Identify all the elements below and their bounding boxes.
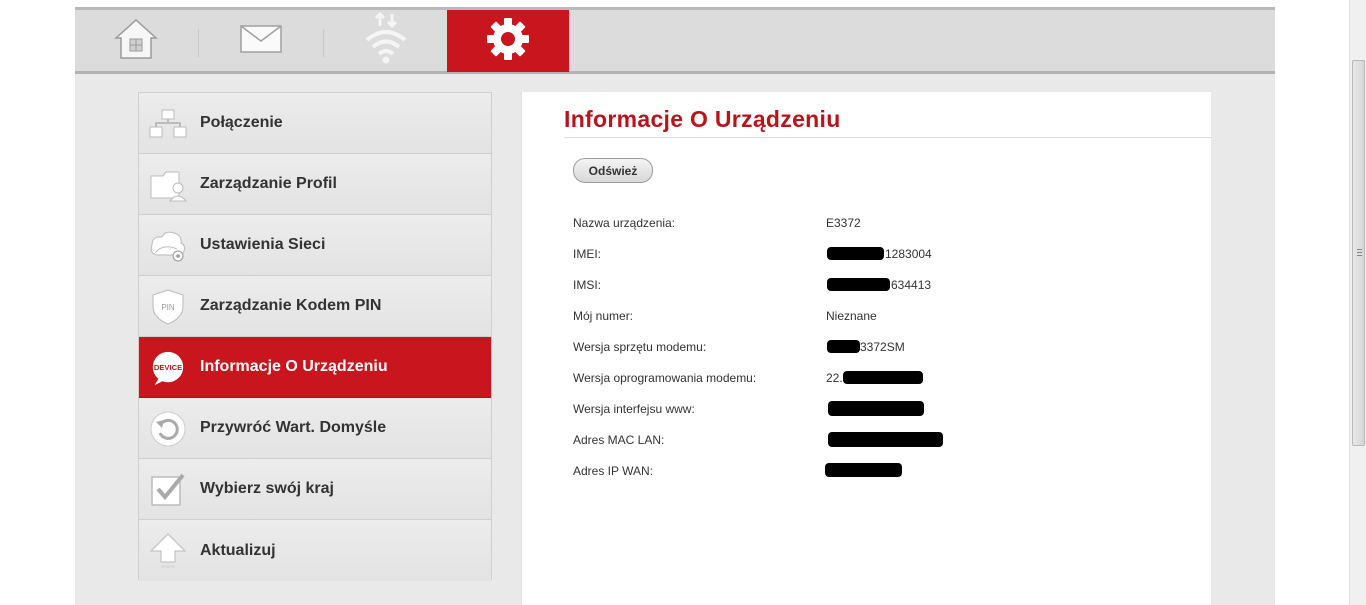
info-value: E3372 — [826, 216, 861, 230]
profile-icon — [149, 166, 187, 204]
nav-messages[interactable] — [200, 10, 322, 72]
info-label: Wersja oprogramowania modemu: — [573, 371, 757, 385]
sidebar-item-restore-defaults[interactable]: Przywróć Wart. Domyśle — [139, 398, 491, 459]
vertical-scrollbar[interactable] — [1349, 0, 1366, 605]
redaction-mark — [827, 278, 890, 291]
sidebar-item-select-country[interactable]: Wybierz swój kraj — [139, 459, 491, 520]
home-icon — [112, 17, 160, 66]
info-label: Adres IP WAN: — [573, 464, 654, 478]
sidebar-item-pin-management[interactable]: PIN Zarządzanie Kodem PIN — [139, 276, 491, 337]
sidebar-item-device-info[interactable]: DEVICE Informacje O Urządzeniu — [139, 337, 491, 398]
info-label: Mój numer: — [573, 309, 634, 323]
redaction-mark — [827, 340, 860, 353]
sidebar-item-label: Wybierz swój kraj — [200, 480, 334, 497]
redaction-mark — [828, 401, 924, 416]
sidebar-item-label: Połączenie — [200, 114, 283, 131]
sidebar-item-network-settings[interactable]: Ustawienia Sieci — [139, 215, 491, 276]
gear-icon — [485, 16, 531, 67]
nav-wifi[interactable] — [325, 10, 447, 72]
top-navigation — [75, 7, 1275, 74]
upload-arrow-icon — [149, 532, 187, 570]
title-divider — [564, 137, 1212, 138]
sidebar-item-label: Informacje O Urządzeniu — [200, 358, 388, 375]
settings-sidebar: Połączenie Zarządzanie Profil Ustawienia… — [138, 92, 492, 581]
page-title: Informacje O Urządzeniu — [564, 106, 841, 132]
scrollbar-thumb[interactable] — [1352, 60, 1365, 446]
info-value: 1283004 — [885, 247, 932, 261]
redaction-mark — [827, 247, 884, 260]
sidebar-item-connection[interactable]: Połączenie — [139, 93, 491, 154]
sidebar-item-label: Zarządzanie Profil — [200, 175, 337, 192]
sidebar-item-profile[interactable]: Zarządzanie Profil — [139, 154, 491, 215]
nav-settings[interactable] — [447, 10, 569, 72]
info-label: Nazwa urządzenia: — [573, 216, 676, 230]
info-value: Nieznane — [826, 309, 877, 323]
redaction-mark — [828, 432, 943, 447]
info-label: Adres MAC LAN: — [573, 433, 665, 447]
sidebar-item-label: Zarządzanie Kodem PIN — [200, 297, 382, 314]
sidebar-item-label: Ustawienia Sieci — [200, 236, 326, 253]
nav-home[interactable] — [75, 10, 197, 72]
restore-icon — [149, 410, 187, 448]
device-icon: DEVICE — [149, 349, 187, 387]
router-admin-page: Połączenie Zarządzanie Profil Ustawienia… — [0, 0, 1366, 605]
info-value: 3372SM — [860, 340, 905, 354]
info-value: 22. — [826, 371, 843, 385]
refresh-button[interactable]: Odśwież — [573, 158, 653, 183]
checkbox-icon — [149, 471, 187, 509]
info-label: IMSI: — [573, 278, 602, 292]
mail-icon — [238, 22, 284, 61]
info-label: Wersja interfejsu www: — [573, 402, 695, 416]
wifi-icon — [363, 11, 409, 71]
info-label: IMEI: — [573, 247, 602, 261]
redaction-mark — [843, 371, 923, 384]
info-label: Wersja sprzętu modemu: — [573, 340, 707, 354]
redaction-mark — [825, 463, 902, 477]
sidebar-item-label: Aktualizuj — [200, 541, 276, 559]
network-settings-icon — [149, 227, 187, 265]
pin-shield-icon: PIN — [149, 288, 187, 326]
svg-text:DEVICE: DEVICE — [154, 363, 182, 372]
info-value: 634413 — [891, 278, 932, 292]
network-icon — [149, 105, 187, 143]
sidebar-item-update[interactable]: Aktualizuj — [139, 520, 491, 581]
sidebar-item-label: Przywróć Wart. Domyśle — [200, 419, 387, 436]
svg-text:PIN: PIN — [161, 303, 175, 312]
device-info-panel: Informacje O Urządzeniu Odśwież Nazwa ur… — [521, 92, 1212, 605]
